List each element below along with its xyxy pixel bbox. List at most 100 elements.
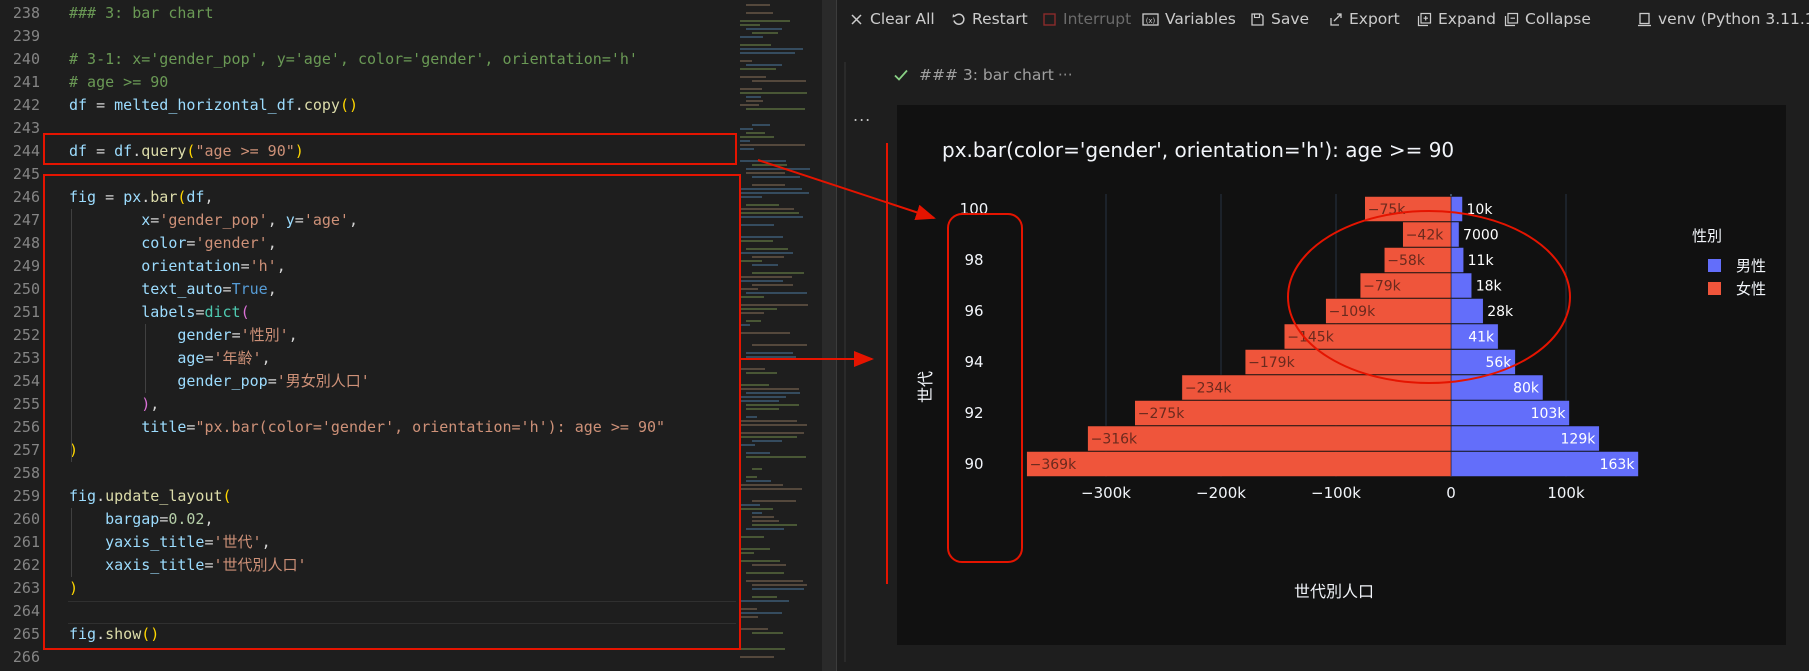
variables-button[interactable]: (x) Variables (1142, 10, 1236, 28)
line-number: 250 (12, 280, 40, 298)
code-text: fig = px.bar(df, (69, 188, 214, 206)
code-line[interactable]: 238 ### 3: bar chart (0, 2, 737, 25)
indent-guide (145, 324, 146, 393)
line-number: 247 (12, 211, 40, 229)
code-line[interactable]: 258 (0, 462, 737, 485)
code-line[interactable]: 256 title="px.bar(color='gender', orient… (0, 416, 737, 439)
code-line[interactable]: 247 x='gender_pop', y='age', (0, 209, 737, 232)
line-number: 243 (12, 119, 40, 137)
minimap-line (740, 188, 802, 190)
code-line[interactable]: 242 df = melted_horizontal_df.copy() (0, 94, 737, 117)
code-line[interactable]: 262 xaxis_title='世代別人口' (0, 554, 737, 577)
kernel-picker[interactable]: venv (Python 3.11.1) (1637, 10, 1809, 28)
minimap[interactable] (738, 0, 830, 671)
clear-all-button[interactable]: Clear All (849, 10, 935, 28)
minimap-line (740, 388, 799, 390)
interrupt-button[interactable]: Interrupt (1042, 10, 1131, 28)
bar-female (1026, 451, 1452, 477)
code-line[interactable]: 245 (0, 163, 737, 186)
bar-male (1450, 221, 1460, 248)
code-line[interactable]: 254 gender_pop='男女別人口' (0, 370, 737, 393)
bar-chart[interactable]: px.bar(color='gender', orientation='h'):… (897, 105, 1786, 645)
code-line[interactable]: 259 fig.update_layout( (0, 485, 737, 508)
bar-label-male: 129k (1561, 432, 1597, 448)
minimap-line (740, 136, 774, 138)
stop-icon (1042, 12, 1057, 27)
expand-button[interactable]: Expand (1417, 10, 1496, 28)
code-line[interactable]: 253 age='年齢', (0, 347, 737, 370)
restart-icon (951, 12, 966, 27)
line-number: 263 (12, 579, 40, 597)
minimap-line (740, 400, 779, 402)
legend[interactable]: 性別 男性女性 (1692, 227, 1766, 298)
minimap-line (752, 520, 779, 522)
bar-male (1450, 196, 1463, 222)
code-line[interactable]: 252 gender='性別', (0, 324, 737, 347)
minimap-line (740, 208, 794, 210)
minimap-line (740, 240, 773, 242)
code-editor[interactable]: 238 ### 3: bar chart 239 240 # 3-1: x='gende… (0, 0, 737, 671)
minimap-line (740, 76, 766, 78)
minimap-line (746, 132, 765, 134)
minimap-line (740, 192, 809, 194)
minimap-line (752, 264, 778, 266)
export-label: Export (1349, 10, 1400, 28)
minimap-line (740, 20, 790, 22)
close-icon (849, 12, 864, 27)
minimap-line (746, 248, 788, 250)
code-line[interactable]: 250 text_auto=True, (0, 278, 737, 301)
code-line[interactable]: 246 fig = px.bar(df, (0, 186, 737, 209)
minimap-line (740, 432, 804, 434)
collapse-button[interactable]: Collapse (1504, 10, 1591, 28)
x-tick-labels: −300k −200k −100k 0 100k (1081, 484, 1585, 502)
minimap-line (740, 368, 765, 370)
code-line[interactable]: 239 (0, 25, 737, 48)
plot-output[interactable]: px.bar(color='gender', orientation='h'):… (897, 105, 1786, 645)
code-line[interactable]: 263) (0, 577, 737, 600)
minimap-line (746, 100, 763, 102)
minimap-line (740, 308, 777, 310)
restart-label: Restart (972, 10, 1028, 28)
save-label: Save (1271, 10, 1310, 28)
x-axis-title: 世代別人口 (1294, 582, 1374, 601)
y-tick-labels: 90 92 94 96 98 100 (960, 200, 989, 473)
y-tick-label: 92 (964, 404, 983, 422)
code-line[interactable]: 260 bargap=0.02, (0, 508, 737, 531)
minimap-line (746, 168, 810, 170)
code-line[interactable]: 240 # 3-1: x='gender_pop', y='age', color… (0, 48, 737, 71)
code-line[interactable]: 241 # age >= 90 (0, 71, 737, 94)
minimap-line (746, 392, 800, 394)
cell-header[interactable]: ### 3: bar chart ··· (893, 66, 1073, 84)
y-tick-label: 100 (960, 200, 989, 218)
code-line[interactable]: 266 (0, 646, 737, 669)
code-line[interactable]: 257) (0, 439, 737, 462)
editor-scrollbar[interactable] (822, 0, 836, 671)
line-number: 259 (12, 487, 40, 505)
export-button[interactable]: Export (1328, 10, 1400, 28)
code-line[interactable]: 249 orientation='h', (0, 255, 737, 278)
collapse-label: Collapse (1525, 10, 1591, 28)
code-line[interactable]: 244 df = df.query("age >= 90") (0, 140, 737, 163)
minimap-line (740, 216, 803, 218)
legend-swatch-male (1708, 259, 1721, 272)
minimap-line (752, 596, 777, 598)
code-line[interactable]: 255 ), (0, 393, 737, 416)
expand-icon (1417, 12, 1432, 27)
minimap-line (740, 312, 764, 314)
code-line[interactable]: 248 color='gender', (0, 232, 737, 255)
code-line[interactable]: 251 labels=dict( (0, 301, 737, 324)
minimap-line (740, 44, 771, 46)
minimap-line (740, 600, 789, 602)
code-line[interactable]: 243 (0, 117, 737, 140)
cell-more-actions[interactable]: ... (853, 106, 871, 125)
minimap-line (752, 516, 774, 518)
code-line[interactable]: 261 yaxis_title='世代', (0, 531, 737, 554)
save-button[interactable]: Save (1250, 10, 1309, 28)
pane-divider[interactable] (836, 0, 837, 671)
code-line[interactable]: 265 fig.show() (0, 623, 737, 646)
restart-button[interactable]: Restart (951, 10, 1028, 28)
x-tick-label: 100k (1547, 484, 1585, 502)
x-tick-label: −100k (1311, 484, 1361, 502)
code-text: ### 3: bar chart (69, 4, 214, 22)
line-number: 253 (12, 349, 40, 367)
